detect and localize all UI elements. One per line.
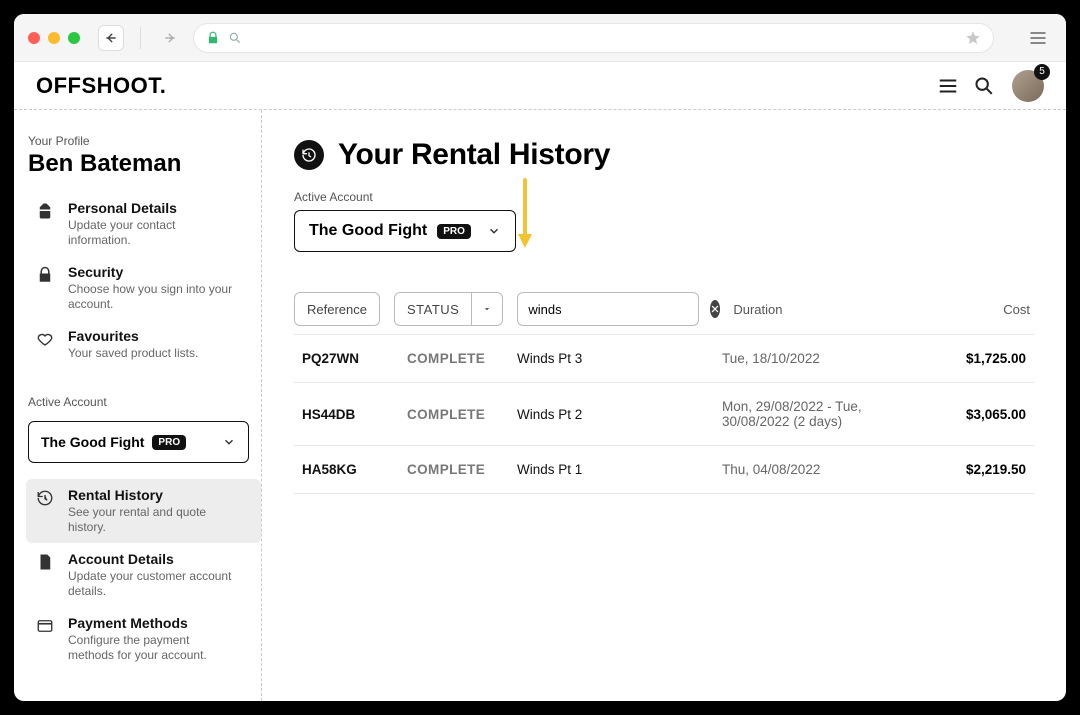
cell-reference: HA58KG [302,462,407,477]
menu-icon [937,75,959,97]
title-search-input[interactable] [517,292,699,326]
table-end-divider [294,493,1034,494]
cell-title: Winds Pt 3 [517,351,722,366]
arrow-left-icon [104,31,118,45]
back-button[interactable] [98,25,124,51]
history-icon [36,489,56,507]
cell-status: COMPLETE [407,351,517,366]
window-controls [28,32,80,44]
lock-icon [206,31,220,45]
cell-status: COMPLETE [407,462,517,477]
app-search-button[interactable] [966,68,1002,104]
caret-down-icon [472,304,502,314]
sidebar-item-favourites[interactable]: Favourites Your saved product lists. [26,320,261,369]
sidebar-item-desc: Update your customer account details. [68,569,238,599]
sidebar-item-desc: Your saved product lists. [68,346,198,361]
cell-cost: $2,219.50 [916,462,1026,477]
badge-icon [36,202,56,220]
account-section-label: Active Account [28,395,261,409]
cell-reference: HS44DB [302,407,407,422]
sidebar-item-title: Rental History [68,487,238,503]
chevron-down-icon [487,224,501,238]
cell-duration: Mon, 29/08/2022 - Tue, 30/08/2022 (2 day… [722,399,916,429]
browser-chrome [14,14,1066,62]
sidebar-item-desc: Configure the payment methods for your a… [68,633,238,663]
sidebar-account-selector[interactable]: The Good Fight PRO [28,421,249,463]
sidebar-item-account-details[interactable]: Account Details Update your customer acc… [26,543,261,607]
sidebar: Your Profile Ben Bateman Personal Detail… [14,110,262,701]
sidebar-item-security[interactable]: Security Choose how you sign into your a… [26,256,261,320]
arrow-right-icon [163,31,177,45]
cost-column-header: Cost [1003,302,1034,317]
table-row[interactable]: HA58KG COMPLETE Winds Pt 1 Thu, 04/08/20… [294,445,1034,493]
browser-menu-button[interactable] [1024,24,1052,52]
search-icon [228,31,242,45]
reference-sort-button[interactable]: Reference [294,292,380,326]
sidebar-item-title: Favourites [68,328,198,344]
account-label: Active Account [294,190,1034,204]
app-header: OFFSHOOT. 5 [14,62,1066,110]
lock-icon [36,266,56,284]
profile-avatar[interactable]: 5 [1012,70,1044,102]
clear-search-button[interactable] [710,300,720,318]
search-field[interactable] [528,302,704,317]
notifications-badge: 5 [1034,64,1050,80]
forward-button[interactable] [157,25,183,51]
cell-cost: $1,725.00 [916,351,1026,366]
sidebar-item-desc: Choose how you sign into your account. [68,282,238,312]
main-account-selector[interactable]: The Good Fight PRO [294,210,516,252]
profile-section-label: Your Profile [28,134,261,148]
cell-cost: $3,065.00 [916,407,1026,422]
sidebar-item-payment-methods[interactable]: Payment Methods Configure the payment me… [26,607,261,671]
cell-title: Winds Pt 1 [517,462,722,477]
cell-title: Winds Pt 2 [517,407,722,422]
sidebar-item-rental-history[interactable]: Rental History See your rental and quote… [26,479,261,543]
brand-logo[interactable]: OFFSHOOT. [36,73,166,99]
maximize-window-icon[interactable] [68,32,80,44]
account-name: The Good Fight [41,434,144,450]
duration-column-header: Duration [733,302,782,317]
sidebar-item-title: Payment Methods [68,615,238,631]
sidebar-item-desc: Update your contact information. [68,218,238,248]
status-filter-button[interactable]: STATUS [394,292,503,326]
table-filters: Reference STATUS Duration Cost [294,292,1034,326]
main-content: Your Rental History Active Account The G… [262,110,1066,701]
chip-label: STATUS [395,293,472,325]
cell-status: COMPLETE [407,407,517,422]
close-window-icon[interactable] [28,32,40,44]
sidebar-item-title: Security [68,264,238,280]
sidebar-item-title: Personal Details [68,200,238,216]
close-icon [710,304,720,314]
account-tier-badge: PRO [437,224,471,239]
minimize-window-icon[interactable] [48,32,60,44]
profile-name: Ben Bateman [28,150,261,178]
search-icon [973,75,995,97]
sidebar-item-personal-details[interactable]: Personal Details Update your contact inf… [26,192,261,256]
sidebar-item-desc: See your rental and quote history. [68,505,238,535]
chip-label: Reference [307,302,367,317]
account-name: The Good Fight [309,222,427,240]
account-tier-badge: PRO [152,435,186,450]
history-icon [294,140,324,170]
table-row[interactable]: HS44DB COMPLETE Winds Pt 2 Mon, 29/08/20… [294,382,1034,445]
cell-duration: Thu, 04/08/2022 [722,462,916,477]
rentals-table: PQ27WN COMPLETE Winds Pt 3 Tue, 18/10/20… [294,334,1034,494]
card-icon [36,617,56,635]
cell-duration: Tue, 18/10/2022 [722,351,916,366]
divider [140,27,141,49]
cell-reference: PQ27WN [302,351,407,366]
bookmark-star-icon[interactable] [965,30,981,46]
table-row[interactable]: PQ27WN COMPLETE Winds Pt 3 Tue, 18/10/20… [294,334,1034,382]
page-title: Your Rental History [338,138,610,172]
menu-icon [1028,28,1048,48]
chevron-down-icon [222,435,236,449]
sidebar-item-title: Account Details [68,551,238,567]
document-icon [36,553,56,571]
app-menu-button[interactable] [930,68,966,104]
address-bar[interactable] [193,23,994,53]
heart-icon [36,330,56,348]
